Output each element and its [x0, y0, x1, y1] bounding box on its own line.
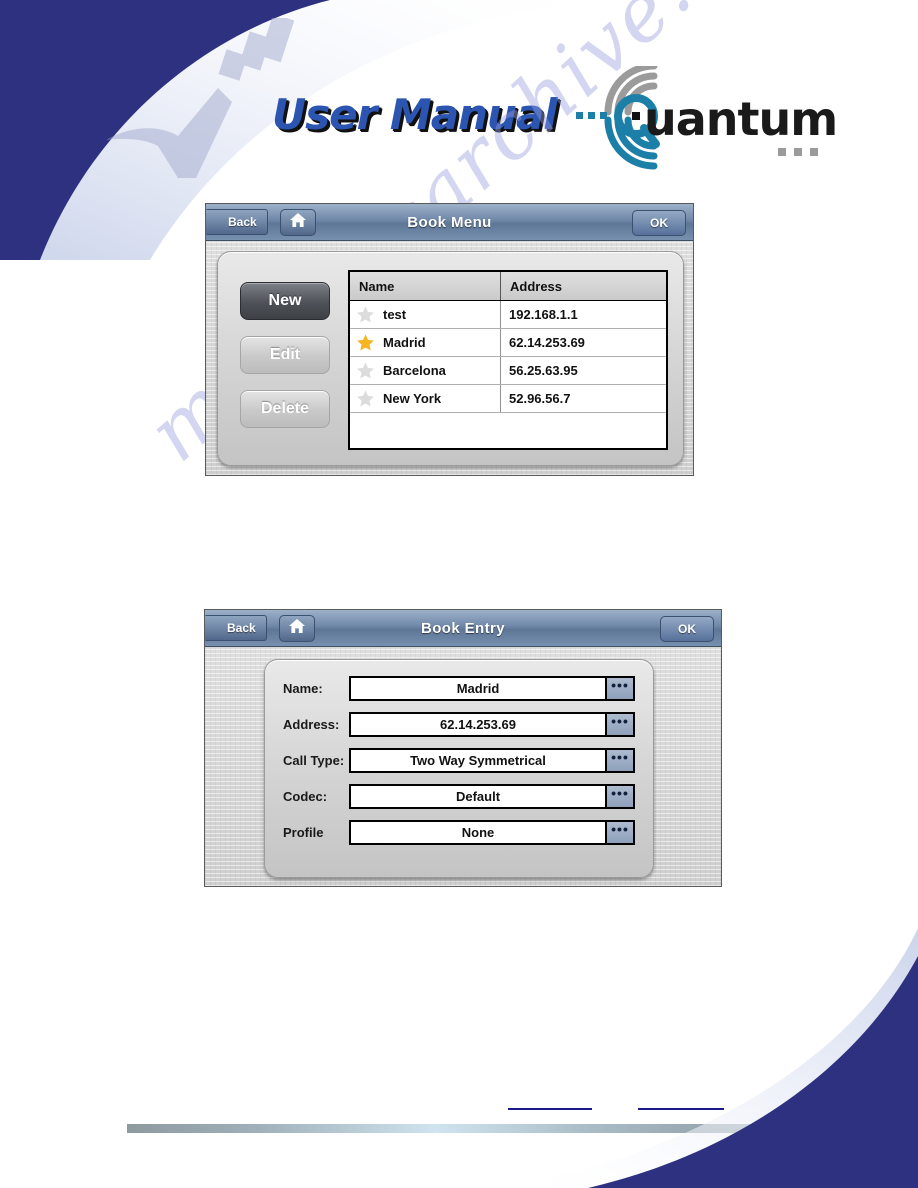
- table-row[interactable]: test 192.168.1.1: [350, 301, 666, 329]
- table-row[interactable]: Madrid 62.14.253.69: [350, 329, 666, 357]
- titlebar-book-menu: Back Book Menu OK: [206, 204, 693, 241]
- favorite-star-icon-on[interactable]: [356, 333, 375, 352]
- ellipsis-button[interactable]: •••: [605, 677, 633, 699]
- favorite-star-icon-off[interactable]: [356, 305, 375, 324]
- favorite-star-icon-off[interactable]: [356, 361, 375, 380]
- cell-name: New York: [350, 385, 501, 412]
- ok-button[interactable]: OK: [632, 210, 686, 236]
- cell-name: Madrid: [350, 329, 501, 356]
- cell-name: test: [350, 301, 501, 328]
- decorative-corner-bottom-right: [438, 928, 918, 1188]
- field-box[interactable]: 62.14.253.69 •••: [349, 711, 635, 737]
- field-box[interactable]: None •••: [349, 819, 635, 845]
- field-box[interactable]: Madrid •••: [349, 675, 635, 701]
- cell-address: 62.14.253.69: [509, 335, 585, 350]
- table-row[interactable]: New York 52.96.56.7: [350, 385, 666, 413]
- back-button[interactable]: Back: [212, 209, 268, 235]
- field-row-profile: Profile None •••: [265, 818, 653, 846]
- address-book-table: Name Address test 192.168.1.1 Madrid 62.…: [348, 270, 668, 450]
- ellipsis-button[interactable]: •••: [605, 749, 633, 771]
- field-value: 62.14.253.69: [440, 716, 516, 732]
- field-label: Name:: [283, 680, 323, 696]
- field-label: Address:: [283, 716, 340, 732]
- back-button[interactable]: Back: [211, 615, 267, 641]
- cell-address: 192.168.1.1: [509, 307, 578, 322]
- cell-address: 52.96.56.7: [509, 391, 571, 406]
- field-value: Madrid: [456, 680, 500, 696]
- home-button[interactable]: [279, 208, 316, 236]
- field-row-name: Name: Madrid •••: [265, 674, 653, 702]
- home-icon: [289, 212, 307, 233]
- field-row-call-type: Call Type: Two Way Symmetrical •••: [265, 746, 653, 774]
- favorite-star-icon-off[interactable]: [356, 389, 375, 408]
- ellipsis-button[interactable]: •••: [605, 821, 633, 843]
- field-row-codec: Codec: Default •••: [265, 782, 653, 810]
- page-root: User Manual uantum Back Book Menu OK New…: [0, 0, 918, 1188]
- ellipsis-button[interactable]: •••: [605, 713, 633, 735]
- content-plate: Name: Madrid ••• Address: 62.14.253.69 •…: [264, 659, 654, 878]
- table-empty-area: [350, 413, 666, 464]
- field-label: Codec:: [283, 788, 328, 804]
- field-label: Call Type:: [283, 752, 345, 768]
- field-label: Profile: [283, 824, 324, 840]
- table-header-row: Name Address: [350, 272, 666, 301]
- screenshot-book-menu: Back Book Menu OK New Edit Delete Name A…: [205, 203, 694, 476]
- field-value: None: [461, 824, 495, 840]
- content-plate: New Edit Delete Name Address test 192.16…: [217, 251, 684, 466]
- field-value: Default: [455, 788, 501, 804]
- field-row-address: Address: 62.14.253.69 •••: [265, 710, 653, 738]
- column-header-name: Name: [350, 272, 501, 300]
- delete-button[interactable]: Delete: [240, 390, 330, 428]
- field-box[interactable]: Default •••: [349, 783, 635, 809]
- ok-button[interactable]: OK: [660, 616, 714, 642]
- user-manual-wordmark: User Manual: [272, 90, 558, 139]
- home-button[interactable]: [278, 614, 315, 642]
- table-row[interactable]: Barcelona 56.25.63.95: [350, 357, 666, 385]
- column-header-address: Address: [510, 278, 563, 294]
- cell-address: 56.25.63.95: [509, 363, 578, 378]
- edit-button[interactable]: Edit: [240, 336, 330, 374]
- titlebar-book-entry: Back Book Entry OK: [205, 610, 721, 647]
- screenshot-book-entry: Back Book Entry OK Name: Madrid ••• Addr…: [204, 609, 722, 887]
- quantum-wordmark: uantum: [644, 92, 838, 146]
- ellipsis-button[interactable]: •••: [605, 785, 633, 807]
- field-value: Two Way Symmetrical: [410, 752, 546, 768]
- new-button[interactable]: New: [240, 282, 330, 320]
- quantum-logo: uantum: [566, 62, 838, 170]
- cell-name: Barcelona: [350, 357, 501, 384]
- home-icon: [288, 618, 306, 639]
- field-box[interactable]: Two Way Symmetrical •••: [349, 747, 635, 773]
